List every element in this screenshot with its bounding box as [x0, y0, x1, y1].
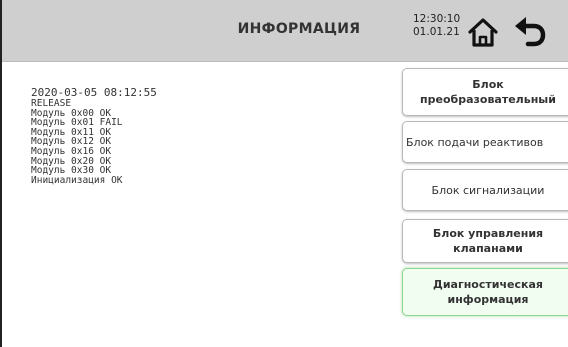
button-label-line1: Блок управления	[432, 227, 544, 240]
clock-time: 12:30:10	[413, 13, 461, 25]
home-button[interactable]	[465, 15, 501, 49]
header-bar: ИНФОРМАЦИЯ 12:30:10 01.01.21	[2, 0, 568, 62]
button-label-line1: Блок	[472, 78, 504, 91]
reagent-supply-unit-button[interactable]: Блок подачи реактивов	[402, 121, 568, 163]
log-line: Инициализация OK	[31, 174, 123, 186]
button-label-line2: преобразовательный	[420, 93, 556, 106]
button-label: Блок подачи реактивов	[406, 135, 544, 149]
button-label-line2: клапанами	[453, 242, 523, 255]
button-label: Блок сигнализации	[431, 183, 545, 197]
log-line: 2020-03-05 08:12:55	[31, 86, 157, 99]
screen: ИНФОРМАЦИЯ 12:30:10 01.01.21 2020-03-05 …	[0, 0, 568, 347]
valve-control-unit-button[interactable]: Блок управления клапанами	[402, 219, 568, 263]
clock-date: 01.01.21	[413, 26, 460, 38]
alarm-unit-button[interactable]: Блок сигнализации	[402, 169, 568, 211]
converter-unit-button[interactable]: Блок преобразовательный	[402, 68, 568, 116]
clock: 12:30:10 01.01.21	[413, 13, 460, 39]
back-button[interactable]	[512, 15, 548, 49]
page-title: ИНФОРМАЦИЯ	[237, 21, 361, 37]
diagnostic-log: 2020-03-05 08:12:55 RELEASE Модуль 0x00 …	[31, 86, 371, 185]
back-arrow-icon	[515, 17, 546, 47]
button-label-line1: Диагностическая	[433, 278, 543, 291]
diagnostic-info-button[interactable]: Диагностическая информация	[402, 268, 568, 316]
home-icon	[468, 18, 498, 47]
button-label-line2: информация	[447, 293, 529, 306]
